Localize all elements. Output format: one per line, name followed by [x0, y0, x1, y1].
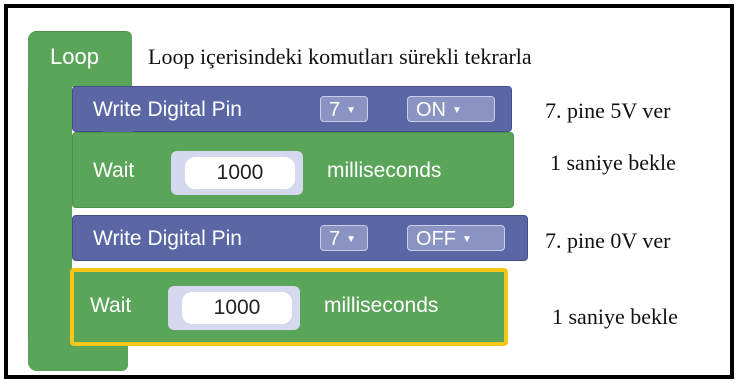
dropdown-arrow-icon: ▼: [346, 105, 357, 116]
pin-value: 7: [329, 228, 341, 250]
pin-dropdown[interactable]: 7 ▼: [320, 225, 368, 251]
write-block-label: Write Digital Pin: [93, 227, 242, 250]
write-digital-pin-block-off[interactable]: Write Digital Pin 7 ▼ OFF ▼: [72, 215, 528, 261]
wait-unit-label: milliseconds: [324, 294, 439, 317]
wait-block[interactable]: Wait 1000 milliseconds: [72, 132, 514, 208]
wait-unit-label: milliseconds: [327, 159, 442, 182]
wait-duration-input[interactable]: 1000: [182, 292, 292, 324]
wait-comment: 1 saniye bekle: [550, 150, 676, 175]
wait-block-selected[interactable]: Wait 1000 milliseconds: [70, 268, 508, 346]
loop-label: Loop: [50, 44, 99, 69]
wait-label: Wait: [90, 294, 132, 317]
state-dropdown[interactable]: OFF ▼: [407, 225, 505, 251]
wait-duration-input[interactable]: 1000: [185, 157, 295, 189]
pin-dropdown[interactable]: 7 ▼: [320, 96, 368, 122]
loop-comment: Loop içerisindeki komutları sürekli tekr…: [148, 44, 532, 69]
wait-comment: 1 saniye bekle: [552, 304, 678, 329]
state-value: OFF: [416, 228, 456, 250]
write-on-comment: 7. pine 5V ver: [545, 98, 671, 123]
write-digital-pin-block-on[interactable]: Write Digital Pin 7 ▼ ON ▼: [72, 86, 512, 141]
pin-value: 7: [329, 99, 341, 121]
wait-label: Wait: [93, 159, 135, 182]
dropdown-arrow-icon: ▼: [452, 105, 462, 116]
dropdown-arrow-icon: ▼: [462, 234, 472, 245]
dropdown-arrow-icon: ▼: [346, 234, 357, 245]
state-value: ON: [416, 99, 446, 121]
state-dropdown[interactable]: ON ▼: [407, 96, 495, 122]
write-off-comment: 7. pine 0V ver: [545, 228, 671, 253]
write-block-label: Write Digital Pin: [93, 98, 242, 121]
